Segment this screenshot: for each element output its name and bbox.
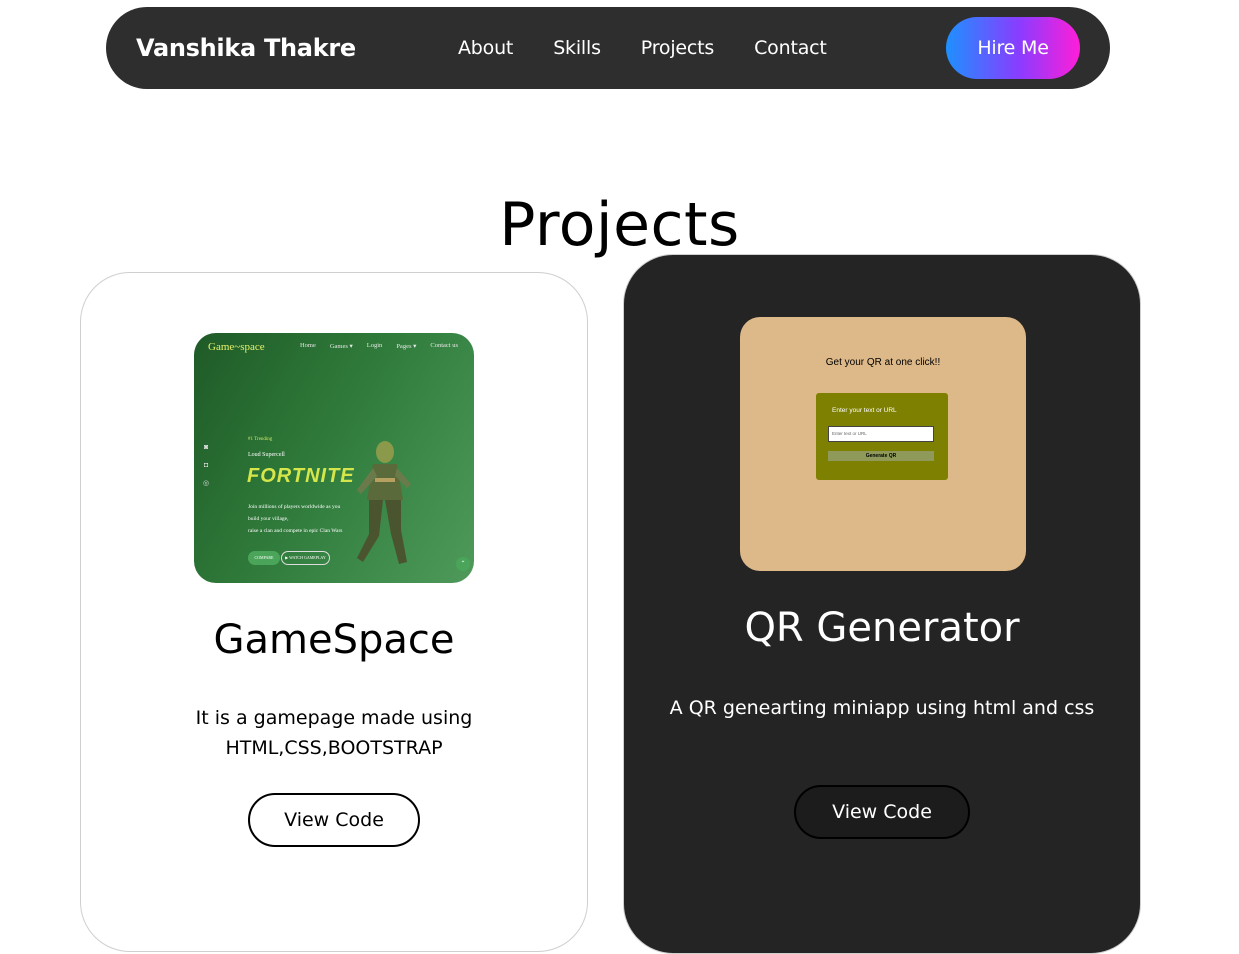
view-code-button[interactable]: View Code: [248, 793, 420, 847]
qr-generator-thumbnail: Get your QR at one click!! Enter your te…: [740, 317, 1026, 571]
thumb-social-icons: ◙ ◘ ◎: [203, 438, 209, 492]
thumb-nav: Home Games ▾ Login Pages ▾ Contact us: [286, 342, 458, 350]
thumb-logo: Game~space: [208, 341, 265, 353]
thumb-hero-title: FORTNITE: [247, 465, 355, 487]
web-icon: ◎: [203, 479, 210, 487]
thumb-watch-button: ▶ WATCH GAMEPLAY: [281, 551, 330, 565]
thumb-nav-item: Contact us: [430, 342, 458, 349]
thumb-qr-label: Enter your text or URL: [832, 407, 897, 414]
nav-link-skills[interactable]: Skills: [553, 37, 601, 59]
thumb-text-line: build your village,: [248, 516, 289, 522]
nav-link-contact[interactable]: Contact: [754, 37, 827, 59]
project-description: A QR genearting miniapp using html and c…: [669, 697, 1095, 719]
navbar: Vanshika Thakre About Skills Projects Co…: [106, 7, 1110, 89]
nav-links: About Skills Projects Contact: [458, 7, 867, 89]
hire-me-button[interactable]: Hire Me: [946, 17, 1080, 79]
nav-link-projects[interactable]: Projects: [641, 37, 715, 59]
thumb-qr-input: Enter text or URL: [828, 426, 934, 442]
thumb-qr-panel: Enter your text or URL Enter text or URL…: [816, 393, 948, 480]
thumb-generate-button: Generate QR: [828, 451, 934, 461]
view-code-button[interactable]: View Code: [794, 785, 970, 839]
thumb-text-line: Join millions of players worldwide as yo…: [248, 504, 341, 510]
game-character-illustration: [357, 441, 411, 564]
gamespace-thumbnail: Game~space Home Games ▾ Login Pages ▾ Co…: [194, 333, 474, 583]
thumb-qr-heading: Get your QR at one click!!: [825, 357, 941, 368]
thumb-nav-item: Games ▾: [329, 343, 353, 350]
thumb-trending: #1 Trending: [248, 437, 273, 442]
nav-link-about[interactable]: About: [458, 37, 513, 59]
brand-name[interactable]: Vanshika Thakre: [136, 7, 356, 89]
instagram-icon: ◙: [203, 443, 209, 451]
thumb-body-text: Join millions of players worldwide as yo…: [248, 501, 342, 537]
thumb-text-line: raise a clan and compete in epic Clan Wa…: [248, 528, 343, 534]
project-card-gamespace: Game~space Home Games ▾ Login Pages ▾ Co…: [80, 272, 588, 952]
project-title: GameSpace: [213, 617, 455, 663]
thumb-subtitle: Loud Supercell: [248, 452, 285, 458]
thumb-compare-button: COMPARE: [248, 551, 280, 565]
project-card-qr-generator: Get your QR at one click!! Enter your te…: [623, 254, 1141, 954]
thumb-nav-item: Login: [366, 342, 383, 349]
twitter-icon: ◘: [203, 461, 209, 469]
thumb-nav-item: Home: [299, 342, 316, 349]
section-title: Projects: [499, 190, 740, 261]
project-description: It is a gamepage made using HTML,CSS,BOO…: [195, 707, 473, 759]
scroll-top-icon: ⌃: [456, 557, 470, 571]
thumb-nav-item: Pages ▾: [396, 343, 417, 350]
project-title: QR Generator: [744, 605, 1020, 651]
